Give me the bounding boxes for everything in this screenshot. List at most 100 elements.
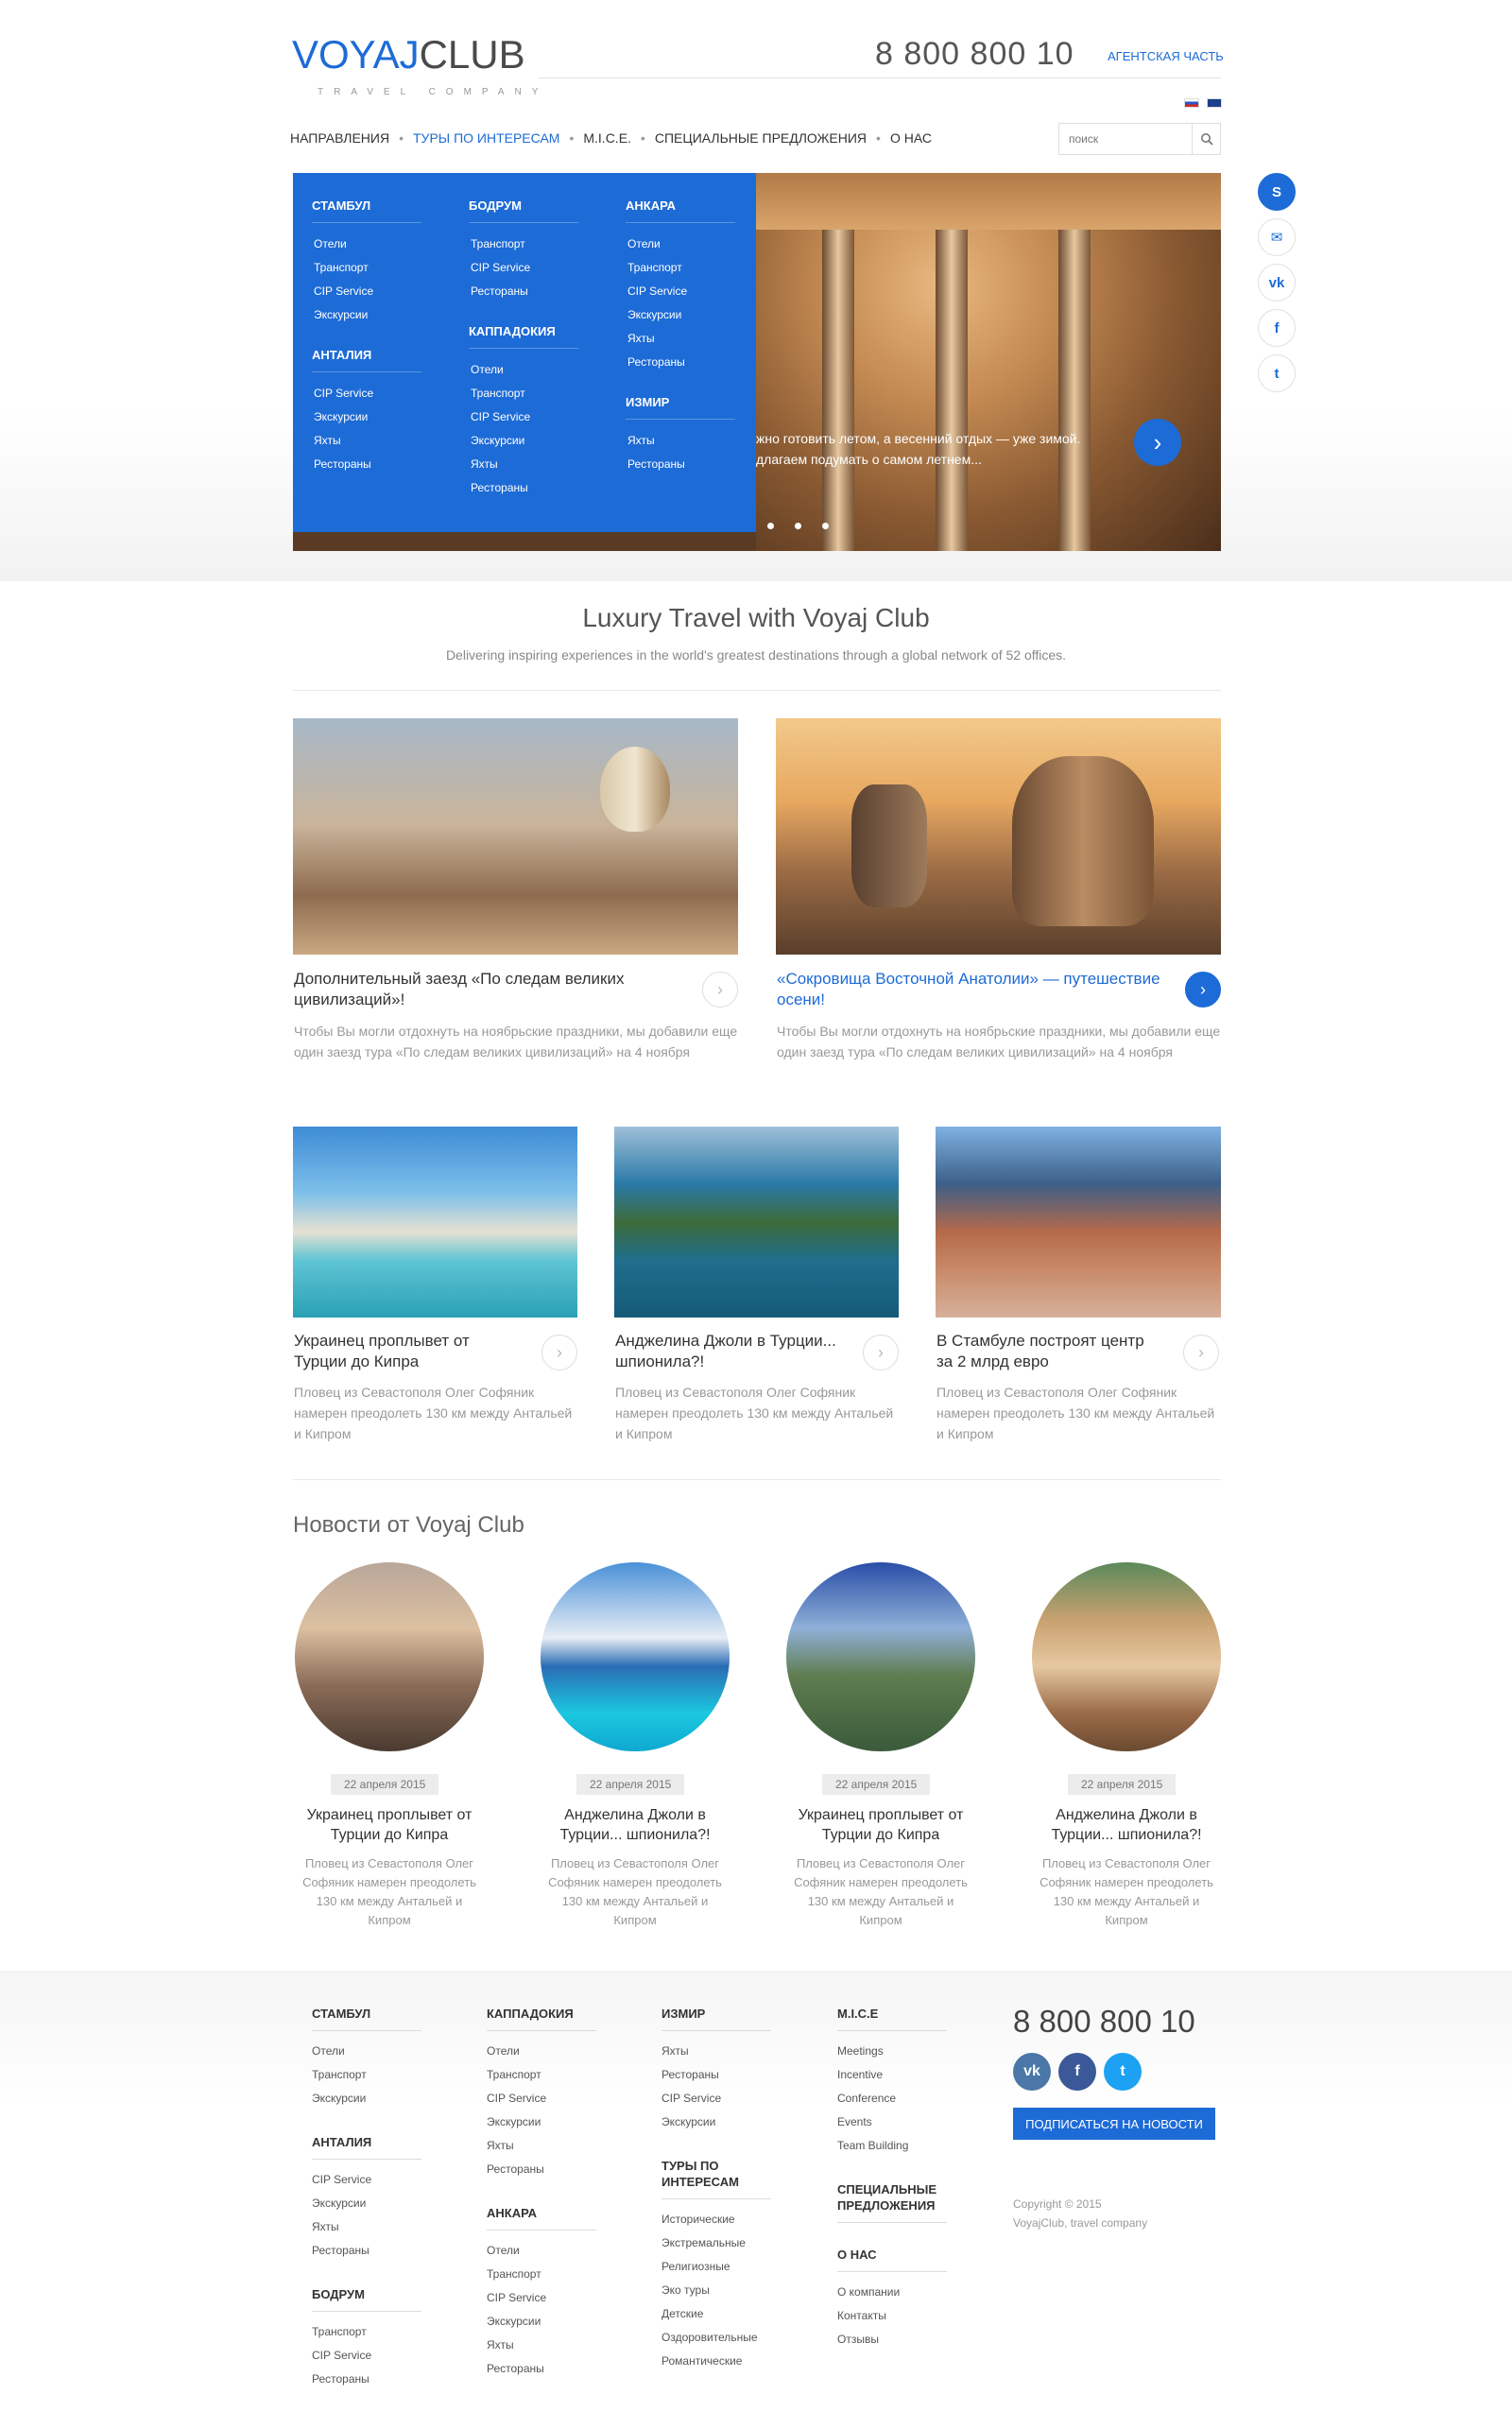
footer-link[interactable]: Транспорт — [487, 2063, 596, 2087]
slider-dot[interactable] — [822, 523, 829, 529]
news-image[interactable] — [1032, 1562, 1221, 1751]
footer-link[interactable]: CIP Service — [487, 2087, 596, 2110]
footer-link[interactable]: Team Building — [837, 2134, 947, 2158]
article-title[interactable]: Анджелина Джоли в Турции... шпионила?! — [615, 1331, 861, 1372]
nav-item-directions[interactable]: НАПРАВЛЕНИЯ — [290, 130, 389, 146]
article-title[interactable]: Украинец проплывет от Турции до Кипра — [294, 1331, 511, 1372]
twitter-icon[interactable]: t — [1104, 2053, 1142, 2091]
mega-menu-link[interactable]: CIP Service — [469, 405, 578, 429]
mega-menu-link[interactable]: Экскурсии — [626, 303, 735, 327]
mega-menu-link[interactable]: Транспорт — [469, 382, 578, 405]
search-icon[interactable] — [1192, 124, 1220, 154]
article-image-istanbul[interactable] — [936, 1127, 1221, 1318]
mega-menu-heading[interactable]: ИЗМИР — [626, 395, 735, 420]
mega-menu-link[interactable]: Отели — [469, 358, 578, 382]
facebook-icon[interactable]: f — [1058, 2053, 1096, 2091]
footer-link[interactable]: Рестораны — [312, 2239, 421, 2263]
footer-link[interactable]: Экскурсии — [312, 2192, 421, 2215]
search-input[interactable] — [1059, 124, 1192, 154]
mega-menu-link[interactable]: Рестораны — [626, 453, 735, 476]
footer-link[interactable]: Экстремальные — [662, 2231, 771, 2255]
footer-link[interactable]: О компании — [837, 2281, 947, 2304]
footer-link[interactable]: Отели — [487, 2040, 596, 2063]
mega-menu-link[interactable]: Яхты — [312, 429, 421, 453]
footer-link[interactable]: Conference — [837, 2087, 947, 2110]
footer-link[interactable]: Религиозные — [662, 2255, 771, 2279]
mega-menu-heading[interactable]: КАППАДОКИЯ — [469, 324, 578, 349]
mega-menu-link[interactable]: Экскурсии — [312, 303, 421, 327]
news-item-title[interactable]: Украинец проплывет от Турции до Кипра — [295, 1805, 484, 1845]
footer-link[interactable]: Экскурсии — [312, 2087, 421, 2110]
nav-item-special-offers[interactable]: СПЕЦИАЛЬНЫЕ ПРЕДЛОЖЕНИЯ — [655, 130, 867, 146]
mega-menu-link[interactable]: Отели — [626, 233, 735, 256]
footer-heading[interactable]: ИЗМИР — [662, 2006, 771, 2031]
flag-en-icon[interactable] — [1207, 98, 1223, 108]
mega-menu-heading[interactable]: БОДРУМ — [469, 198, 578, 223]
vk-icon[interactable]: vk — [1258, 264, 1296, 301]
mega-menu-link[interactable]: CIP Service — [312, 280, 421, 303]
footer-link[interactable]: Отели — [312, 2040, 421, 2063]
article-image-bay[interactable] — [614, 1127, 899, 1318]
featured-title[interactable]: Дополнительный заезд «По следам великих … — [294, 969, 691, 1010]
footer-heading[interactable]: КАППАДОКИЯ — [487, 2006, 596, 2031]
footer-link[interactable]: Транспорт — [312, 2063, 421, 2087]
mega-menu-link[interactable]: Яхты — [469, 453, 578, 476]
footer-link[interactable]: Яхты — [487, 2134, 596, 2158]
mega-menu-link[interactable]: Отели — [312, 233, 421, 256]
nav-item-about[interactable]: О НАС — [890, 130, 932, 146]
footer-link[interactable]: Рестораны — [312, 2368, 421, 2391]
footer-link[interactable]: CIP Service — [312, 2344, 421, 2368]
mega-menu-link[interactable]: Яхты — [626, 327, 735, 351]
logo[interactable]: VOYAJCLUB — [292, 32, 525, 78]
nav-item-interest-tours[interactable]: ТУРЫ ПО ИНТЕРЕСАМ — [413, 130, 559, 146]
footer-link[interactable]: Яхты — [312, 2215, 421, 2239]
footer-heading[interactable]: О НАС — [837, 2247, 947, 2272]
news-image[interactable] — [786, 1562, 975, 1751]
footer-link[interactable]: Отзывы — [837, 2328, 947, 2351]
news-image[interactable] — [541, 1562, 730, 1751]
news-item-title[interactable]: Анджелина Джоли в Турции... шпионила?! — [1032, 1805, 1221, 1845]
footer-link[interactable]: Meetings — [837, 2040, 947, 2063]
mega-menu-link[interactable]: CIP Service — [312, 382, 421, 405]
footer-link[interactable]: Транспорт — [312, 2320, 421, 2344]
mega-menu-heading[interactable]: АНТАЛИЯ — [312, 348, 421, 372]
footer-link[interactable]: Яхты — [487, 2334, 596, 2357]
flag-ru-icon[interactable] — [1184, 98, 1199, 108]
footer-link[interactable]: CIP Service — [662, 2087, 771, 2110]
agency-link[interactable]: АГЕНТСКАЯ ЧАСТЬ — [1108, 49, 1224, 63]
footer-link[interactable]: Эко туры — [662, 2279, 771, 2302]
footer-heading[interactable]: БОДРУМ — [312, 2286, 421, 2312]
news-image[interactable] — [295, 1562, 484, 1751]
slider-dot[interactable] — [795, 523, 801, 529]
footer-link[interactable]: CIP Service — [487, 2286, 596, 2310]
slider-dot[interactable] — [767, 523, 774, 529]
twitter-icon[interactable]: t — [1258, 354, 1296, 392]
mega-menu-link[interactable]: Яхты — [626, 429, 735, 453]
footer-heading[interactable]: АНКАРА — [487, 2205, 596, 2231]
vk-icon[interactable]: vk — [1013, 2053, 1051, 2091]
footer-link[interactable]: Транспорт — [487, 2263, 596, 2286]
card-arrow-icon[interactable]: › — [1185, 972, 1221, 1008]
mega-menu-link[interactable]: Транспорт — [312, 256, 421, 280]
article-title[interactable]: В Стамбуле построят центр за 2 млрд евро — [936, 1331, 1163, 1372]
news-item-title[interactable]: Анджелина Джоли в Турции... шпионила?! — [541, 1805, 730, 1845]
footer-link[interactable]: Экскурсии — [487, 2110, 596, 2134]
mega-menu-link[interactable]: Рестораны — [312, 453, 421, 476]
footer-link[interactable]: Incentive — [837, 2063, 947, 2087]
footer-link[interactable]: Контакты — [837, 2304, 947, 2328]
mega-menu-link[interactable]: Рестораны — [469, 280, 578, 303]
footer-link[interactable]: Рестораны — [487, 2357, 596, 2381]
mega-menu-heading[interactable]: СТАМБУЛ — [312, 198, 421, 223]
footer-link[interactable]: Детские — [662, 2302, 771, 2326]
footer-heading[interactable]: ТУРЫ ПО ИНТЕРЕСАМ — [662, 2158, 771, 2199]
mega-menu-link[interactable]: CIP Service — [626, 280, 735, 303]
featured-image-statues[interactable] — [776, 718, 1221, 955]
mega-menu-link[interactable]: CIP Service — [469, 256, 578, 280]
article-image-beach[interactable] — [293, 1127, 577, 1318]
skype-icon[interactable]: S — [1258, 173, 1296, 211]
mega-menu-link[interactable]: Рестораны — [469, 476, 578, 500]
facebook-icon[interactable]: f — [1258, 309, 1296, 347]
footer-link[interactable]: Отели — [487, 2239, 596, 2263]
mail-icon[interactable]: ✉ — [1258, 218, 1296, 256]
footer-heading[interactable]: АНТАЛИЯ — [312, 2134, 421, 2160]
